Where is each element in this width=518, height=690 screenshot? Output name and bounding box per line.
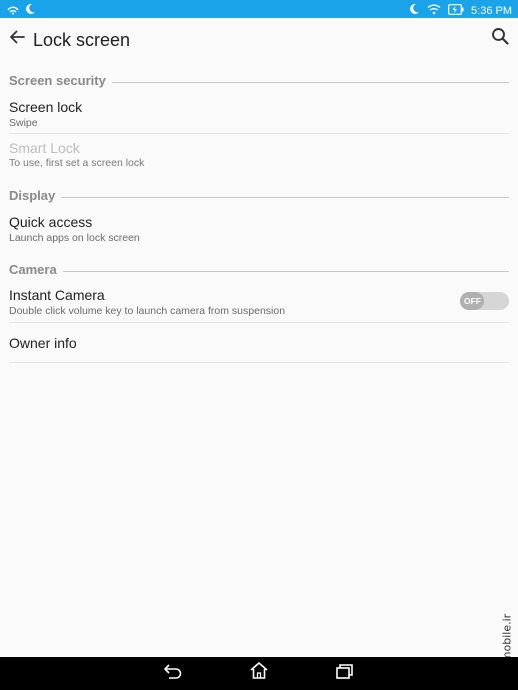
watermark-text: mobile.ir (500, 613, 514, 663)
nav-back-button[interactable] (161, 662, 185, 684)
screen-lock-item[interactable]: Screen lock Swipe (0, 92, 518, 134)
section-divider (62, 270, 509, 272)
watermark: mobile.ir (499, 614, 515, 662)
section-label: Screen security (9, 72, 106, 88)
section-label: Camera (9, 261, 57, 277)
section-header-camera: Camera (9, 260, 509, 278)
section-label: Display (9, 187, 56, 203)
pref-title: Quick access (9, 214, 93, 230)
instant-camera-item[interactable]: Instant Camera Double click volume key t… (0, 281, 518, 322)
toggle-state-label: OFF (464, 296, 481, 306)
back-button[interactable] (6, 28, 28, 50)
home-icon (249, 661, 269, 685)
pref-title: Owner info (9, 335, 77, 351)
pref-summary: Double click volume key to launch camera… (9, 305, 286, 317)
page-title: Lock screen (33, 30, 131, 50)
search-button[interactable] (489, 27, 511, 49)
section-divider (61, 196, 509, 198)
back-icon (163, 662, 183, 685)
search-icon (491, 27, 509, 50)
quick-access-item[interactable]: Quick access Launch apps on lock screen (0, 207, 518, 251)
section-divider (111, 81, 509, 83)
pref-title: Smart Lock (9, 140, 80, 156)
navigation-bar (0, 657, 518, 690)
section-header-screen-security: Screen security (9, 71, 509, 89)
pref-title: Instant Camera (9, 287, 105, 303)
pref-summary: Swipe (9, 117, 38, 129)
nav-recents-button[interactable] (333, 662, 357, 684)
arrow-back-icon (9, 29, 25, 50)
pref-title: Screen lock (9, 99, 83, 115)
pref-summary: To use, first set a screen lock (9, 157, 145, 169)
smart-lock-item: Smart Lock To use, first set a screen lo… (0, 134, 518, 174)
owner-info-item[interactable]: Owner info (0, 323, 518, 362)
instant-camera-toggle[interactable]: OFF (460, 292, 509, 310)
recents-icon (335, 662, 355, 685)
pref-summary: Launch apps on lock screen (9, 232, 140, 244)
section-header-display: Display (9, 186, 509, 204)
app-bar: Lock screen (0, 18, 518, 62)
status-bar: 5:36 PM (0, 0, 518, 18)
nav-home-button[interactable] (247, 662, 271, 684)
status-time: 5:36 PM (471, 5, 512, 17)
list-divider (9, 362, 509, 363)
